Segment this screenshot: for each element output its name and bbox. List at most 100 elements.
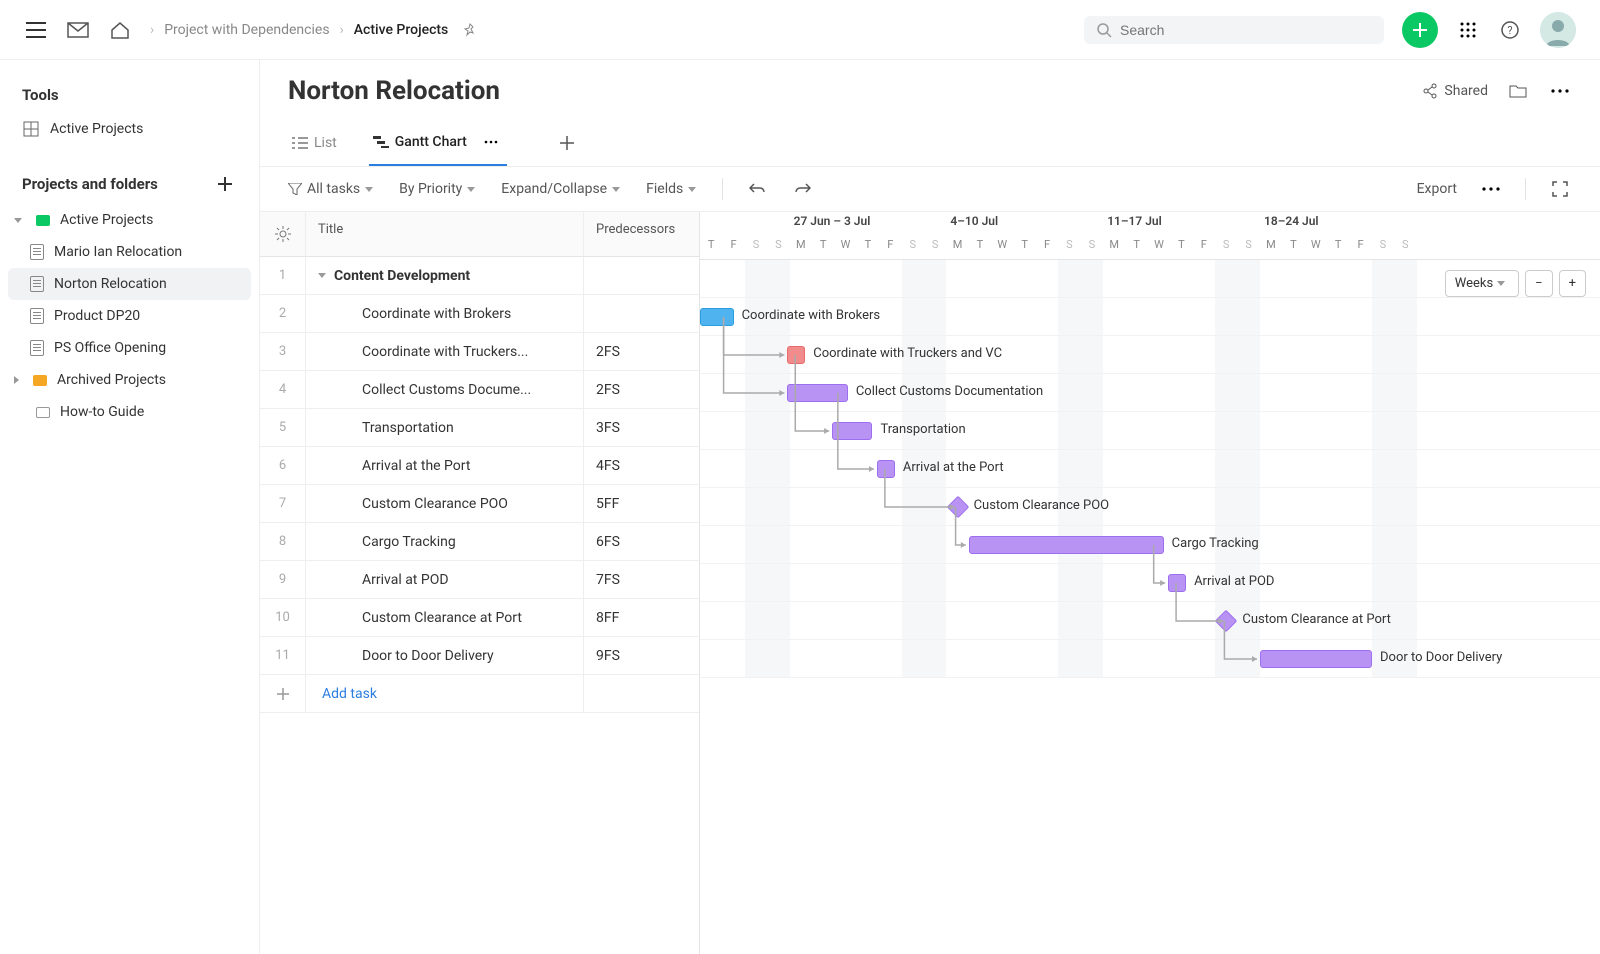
gantt-chart[interactable]: 27 Jun – 3 Jul4–10 Jul11–17 Jul18–24 Jul… — [700, 212, 1600, 954]
folder-icon[interactable] — [1506, 79, 1530, 103]
gear-icon[interactable] — [272, 222, 293, 246]
row-title[interactable]: Custom Clearance POO — [306, 485, 584, 522]
gantt-bar[interactable] — [877, 460, 895, 478]
sidebar-item-product-dp20[interactable]: Product DP20 — [8, 300, 251, 332]
gantt-bar[interactable] — [700, 308, 734, 326]
add-task-button[interactable]: Add task — [306, 675, 584, 712]
gantt-bar[interactable] — [832, 422, 872, 440]
table-row[interactable]: 7Custom Clearance POO5FF — [260, 485, 699, 523]
home-icon[interactable] — [108, 18, 132, 42]
day-label: S — [1372, 234, 1394, 259]
chevron-down-icon[interactable] — [318, 273, 326, 278]
row-title[interactable]: Arrival at the Port — [306, 447, 584, 484]
filter-icon — [288, 183, 302, 195]
row-predecessors[interactable]: 9FS — [584, 637, 699, 674]
shared-button[interactable]: Shared — [1422, 83, 1488, 99]
row-title[interactable]: Custom Clearance at Port — [306, 599, 584, 636]
row-predecessors[interactable]: 2FS — [584, 371, 699, 408]
add-button[interactable] — [1402, 12, 1438, 48]
breadcrumb-parent[interactable]: Project with Dependencies — [164, 22, 329, 38]
sidebar-tool-active-projects[interactable]: Active Projects — [8, 112, 251, 146]
row-predecessors[interactable]: 8FF — [584, 599, 699, 636]
hamburger-icon[interactable] — [24, 18, 48, 42]
row-title[interactable]: Arrival at POD — [306, 561, 584, 598]
search-input[interactable] — [1084, 16, 1384, 44]
sidebar-item-norton-relocation[interactable]: Norton Relocation — [8, 268, 251, 300]
col-predecessors[interactable]: Predecessors — [584, 212, 699, 256]
expand-collapse[interactable]: Expand/Collapse — [501, 181, 624, 197]
row-predecessors[interactable] — [584, 295, 699, 332]
help-icon[interactable]: ? — [1498, 18, 1522, 42]
row-predecessors[interactable]: 3FS — [584, 409, 699, 446]
fullscreen-icon[interactable] — [1548, 177, 1572, 201]
row-title[interactable]: Content Development — [306, 257, 584, 294]
zoom-out-button[interactable]: − — [1525, 270, 1552, 297]
day-label: T — [700, 234, 722, 259]
gantt-bar-label: Transportation — [880, 422, 965, 437]
tab-gantt[interactable]: Gantt Chart — [369, 120, 507, 166]
folder-icon — [36, 407, 50, 418]
gantt-bar[interactable] — [787, 346, 805, 364]
row-title[interactable]: Coordinate with Brokers — [306, 295, 584, 332]
undo-icon[interactable] — [745, 177, 769, 201]
row-predecessors[interactable]: 2FS — [584, 333, 699, 370]
col-title[interactable]: Title — [306, 212, 584, 256]
sort-bypriority[interactable]: By Priority — [399, 181, 479, 197]
inbox-icon[interactable] — [66, 18, 90, 42]
fields-menu[interactable]: Fields — [646, 181, 700, 197]
row-title[interactable]: Transportation — [306, 409, 584, 446]
row-predecessors[interactable]: 5FF — [584, 485, 699, 522]
row-predecessors[interactable] — [584, 257, 699, 294]
row-predecessors[interactable]: 7FS — [584, 561, 699, 598]
gantt-row: Custom Clearance at Port — [700, 602, 1600, 640]
table-row[interactable]: 8Cargo Tracking6FS — [260, 523, 699, 561]
table-row[interactable]: 3Coordinate with Truckers...2FS — [260, 333, 699, 371]
redo-icon[interactable] — [791, 177, 815, 201]
sidebar-item-archived-projects[interactable]: Archived Projects — [8, 364, 251, 396]
row-predecessors[interactable]: 6FS — [584, 523, 699, 560]
gantt-bar[interactable] — [969, 536, 1164, 554]
table-row[interactable]: 9Arrival at POD7FS — [260, 561, 699, 599]
gantt-milestone[interactable] — [946, 496, 969, 519]
sidebar-item-ps-office-opening[interactable]: PS Office Opening — [8, 332, 251, 364]
zoom-select[interactable]: Weeks — [1445, 270, 1519, 297]
sidebar-item-how-to-guide[interactable]: How-to Guide — [8, 396, 251, 428]
row-title[interactable]: Cargo Tracking — [306, 523, 584, 560]
row-title[interactable]: Collect Customs Docume... — [306, 371, 584, 408]
add-folder-icon[interactable] — [213, 172, 237, 196]
breadcrumb-current[interactable]: Active Projects — [354, 22, 449, 38]
apps-icon[interactable] — [1456, 18, 1480, 42]
projects-folders-header: Projects and folders — [8, 164, 251, 204]
table-row[interactable]: 4Collect Customs Docume...2FS — [260, 371, 699, 409]
add-task-icon[interactable] — [271, 682, 295, 706]
pin-icon[interactable] — [458, 18, 482, 42]
table-row[interactable]: 2Coordinate with Brokers — [260, 295, 699, 333]
tab-list[interactable]: List — [288, 125, 341, 161]
sidebar-item-active-projects[interactable]: Active Projects — [8, 204, 251, 236]
sidebar-item-mario-ian-relocation[interactable]: Mario Ian Relocation — [8, 236, 251, 268]
table-row[interactable]: 1Content Development — [260, 257, 699, 295]
gantt-milestone[interactable] — [1215, 610, 1238, 633]
gantt-bar[interactable] — [1260, 650, 1372, 668]
export-button[interactable]: Export — [1417, 181, 1457, 197]
more-icon[interactable] — [1548, 79, 1572, 103]
tab-more-icon[interactable] — [479, 130, 503, 154]
table-row[interactable]: 10Custom Clearance at Port8FF — [260, 599, 699, 637]
gantt-bar[interactable] — [1168, 574, 1186, 592]
avatar[interactable] — [1540, 12, 1576, 48]
list-icon — [292, 137, 308, 149]
search-field[interactable] — [1120, 22, 1372, 38]
row-title[interactable]: Door to Door Delivery — [306, 637, 584, 674]
sidebar: Tools Active Projects Projects and folde… — [0, 60, 260, 954]
row-predecessors[interactable]: 4FS — [584, 447, 699, 484]
row-title[interactable]: Coordinate with Truckers... — [306, 333, 584, 370]
table-row[interactable]: 5Transportation3FS — [260, 409, 699, 447]
filter-alltasks[interactable]: All tasks — [288, 181, 377, 197]
document-icon — [30, 340, 44, 356]
add-tab-icon[interactable] — [555, 131, 579, 155]
toolbar-more-icon[interactable] — [1479, 177, 1503, 201]
gantt-bar[interactable] — [787, 384, 847, 402]
zoom-in-button[interactable]: + — [1559, 270, 1586, 297]
table-row[interactable]: 11Door to Door Delivery9FS — [260, 637, 699, 675]
table-row[interactable]: 6Arrival at the Port4FS — [260, 447, 699, 485]
